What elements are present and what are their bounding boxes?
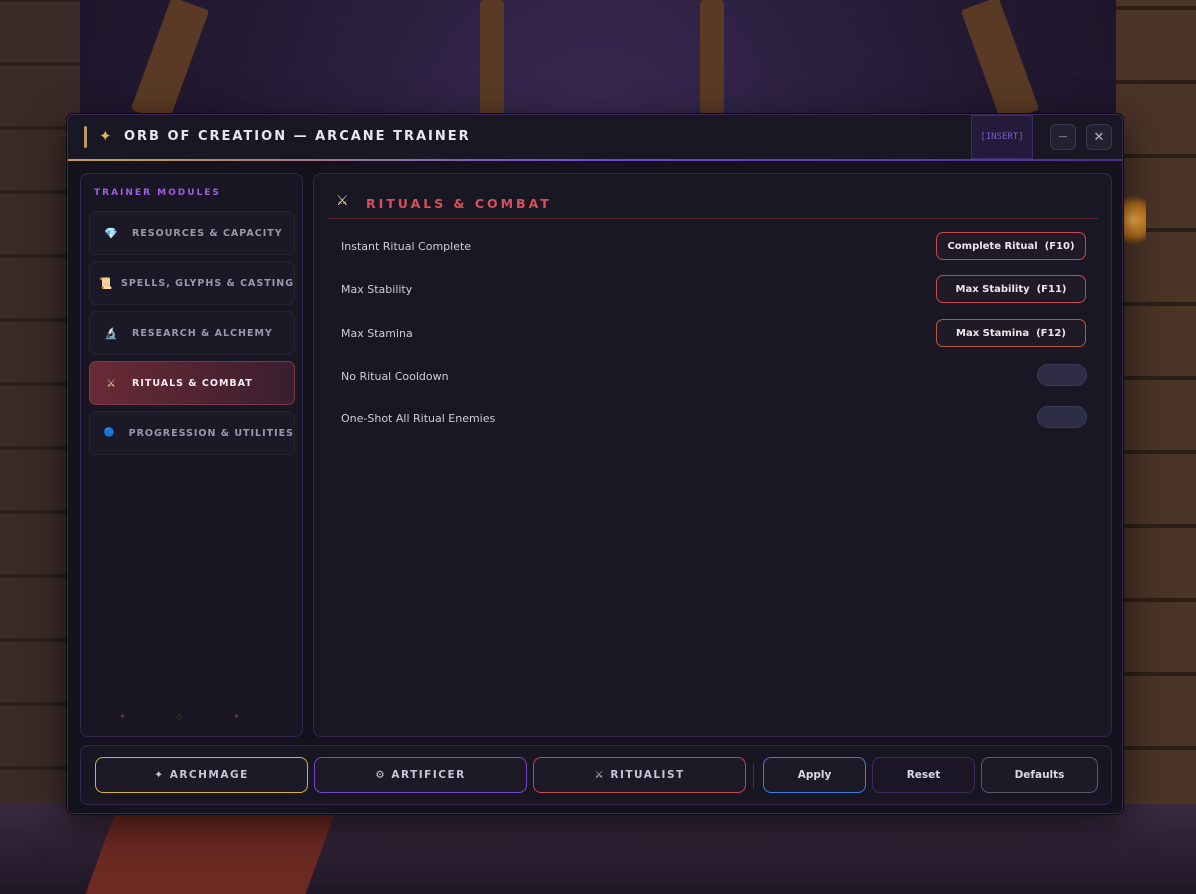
- option-label-one-shot: One-Shot All Ritual Enemies: [341, 412, 496, 425]
- crossed-swords-icon: ⚔: [336, 193, 349, 209]
- close-button[interactable]: ✕: [1086, 124, 1112, 150]
- sidebar-item-label: RITUALS & COMBAT: [132, 377, 253, 389]
- minimize-icon: —: [1058, 132, 1068, 142]
- minimize-button[interactable]: —: [1050, 124, 1076, 150]
- title-accent-bar: [84, 126, 87, 148]
- option-label-max-stability: Max Stability: [341, 283, 413, 296]
- defaults-button[interactable]: Defaults: [981, 757, 1098, 793]
- sidebar-item-research[interactable]: 🔬 RESEARCH & ALCHEMY: [89, 311, 295, 355]
- max-stamina-button[interactable]: Max Stamina (F12): [936, 319, 1086, 347]
- archmage-preset-button[interactable]: ✦ ARCHMAGE: [95, 757, 308, 793]
- orb-icon: 🔵: [103, 428, 115, 438]
- sidebar-item-label: SPELLS, GLYPHS & CASTING: [121, 277, 294, 289]
- sidebar-title: TRAINER MODULES: [94, 188, 221, 198]
- bg-beam: [700, 0, 724, 114]
- microscope-icon: 🔬: [104, 326, 118, 340]
- bg-lantern: [1120, 190, 1146, 250]
- option-label-max-stamina: Max Stamina: [341, 327, 413, 340]
- sidebar-item-spells[interactable]: 📜 SPELLS, GLYPHS & CASTING: [89, 261, 295, 305]
- footer-divider: [753, 764, 754, 788]
- hotkey-badge: [INSERT]: [971, 115, 1033, 159]
- bg-rug: [85, 814, 335, 894]
- content-panel: ⚔ RITUALS & COMBAT Instant Ritual Comple…: [313, 173, 1112, 737]
- reset-button[interactable]: Reset: [872, 757, 975, 793]
- sidebar-item-label: PROGRESSION & UTILITIES: [128, 427, 294, 439]
- title-bar[interactable]: ✦ ORB OF CREATION — ARCANE TRAINER [INSE…: [68, 115, 1122, 161]
- bg-beam: [130, 0, 210, 124]
- trainer-window: ✦ ORB OF CREATION — ARCANE TRAINER [INSE…: [67, 114, 1123, 814]
- sidebar-ornament: ✦ ◇ ✦: [119, 712, 264, 721]
- sidebar-item-resources[interactable]: 💎 RESOURCES & CAPACITY: [89, 211, 295, 255]
- one-shot-enemies-toggle[interactable]: [1037, 406, 1087, 428]
- crossed-swords-icon: ⚔: [106, 376, 116, 390]
- window-title: ORB OF CREATION — ARCANE TRAINER: [124, 129, 471, 144]
- scroll-icon: 📜: [98, 276, 113, 290]
- bg-beam: [480, 0, 504, 114]
- apply-button[interactable]: Apply: [763, 757, 866, 793]
- section-title: RITUALS & COMBAT: [366, 196, 552, 211]
- bg-beam: [960, 0, 1040, 124]
- sidebar-item-rituals[interactable]: ⚔ RITUALS & COMBAT: [89, 361, 295, 405]
- bg-shelves-right: [1116, 0, 1196, 894]
- option-label-instant-ritual: Instant Ritual Complete: [341, 240, 472, 253]
- option-label-no-ritual-cooldown: No Ritual Cooldown: [341, 370, 449, 383]
- ritualist-preset-button[interactable]: ⚔ RITUALIST: [533, 757, 746, 793]
- gem-icon: 💎: [104, 226, 118, 240]
- no-ritual-cooldown-toggle[interactable]: [1037, 364, 1087, 386]
- max-stability-button[interactable]: Max Stability (F11): [936, 275, 1086, 303]
- sidebar: TRAINER MODULES 💎 RESOURCES & CAPACITY 📜…: [80, 173, 303, 737]
- footer-bar: ✦ ARCHMAGE ⚙ ARTIFICER ⚔ RITUALIST Apply…: [80, 745, 1112, 805]
- sidebar-item-label: RESOURCES & CAPACITY: [132, 227, 283, 239]
- close-icon: ✕: [1093, 129, 1105, 145]
- artificer-preset-button[interactable]: ⚙ ARTIFICER: [314, 757, 527, 793]
- sidebar-item-label: RESEARCH & ALCHEMY: [132, 327, 273, 339]
- sidebar-item-progression[interactable]: 🔵 PROGRESSION & UTILITIES: [89, 411, 295, 455]
- section-header: ⚔ RITUALS & COMBAT: [328, 190, 1098, 219]
- star-icon: ✦: [99, 127, 112, 145]
- complete-ritual-button[interactable]: Complete Ritual (F10): [936, 232, 1086, 260]
